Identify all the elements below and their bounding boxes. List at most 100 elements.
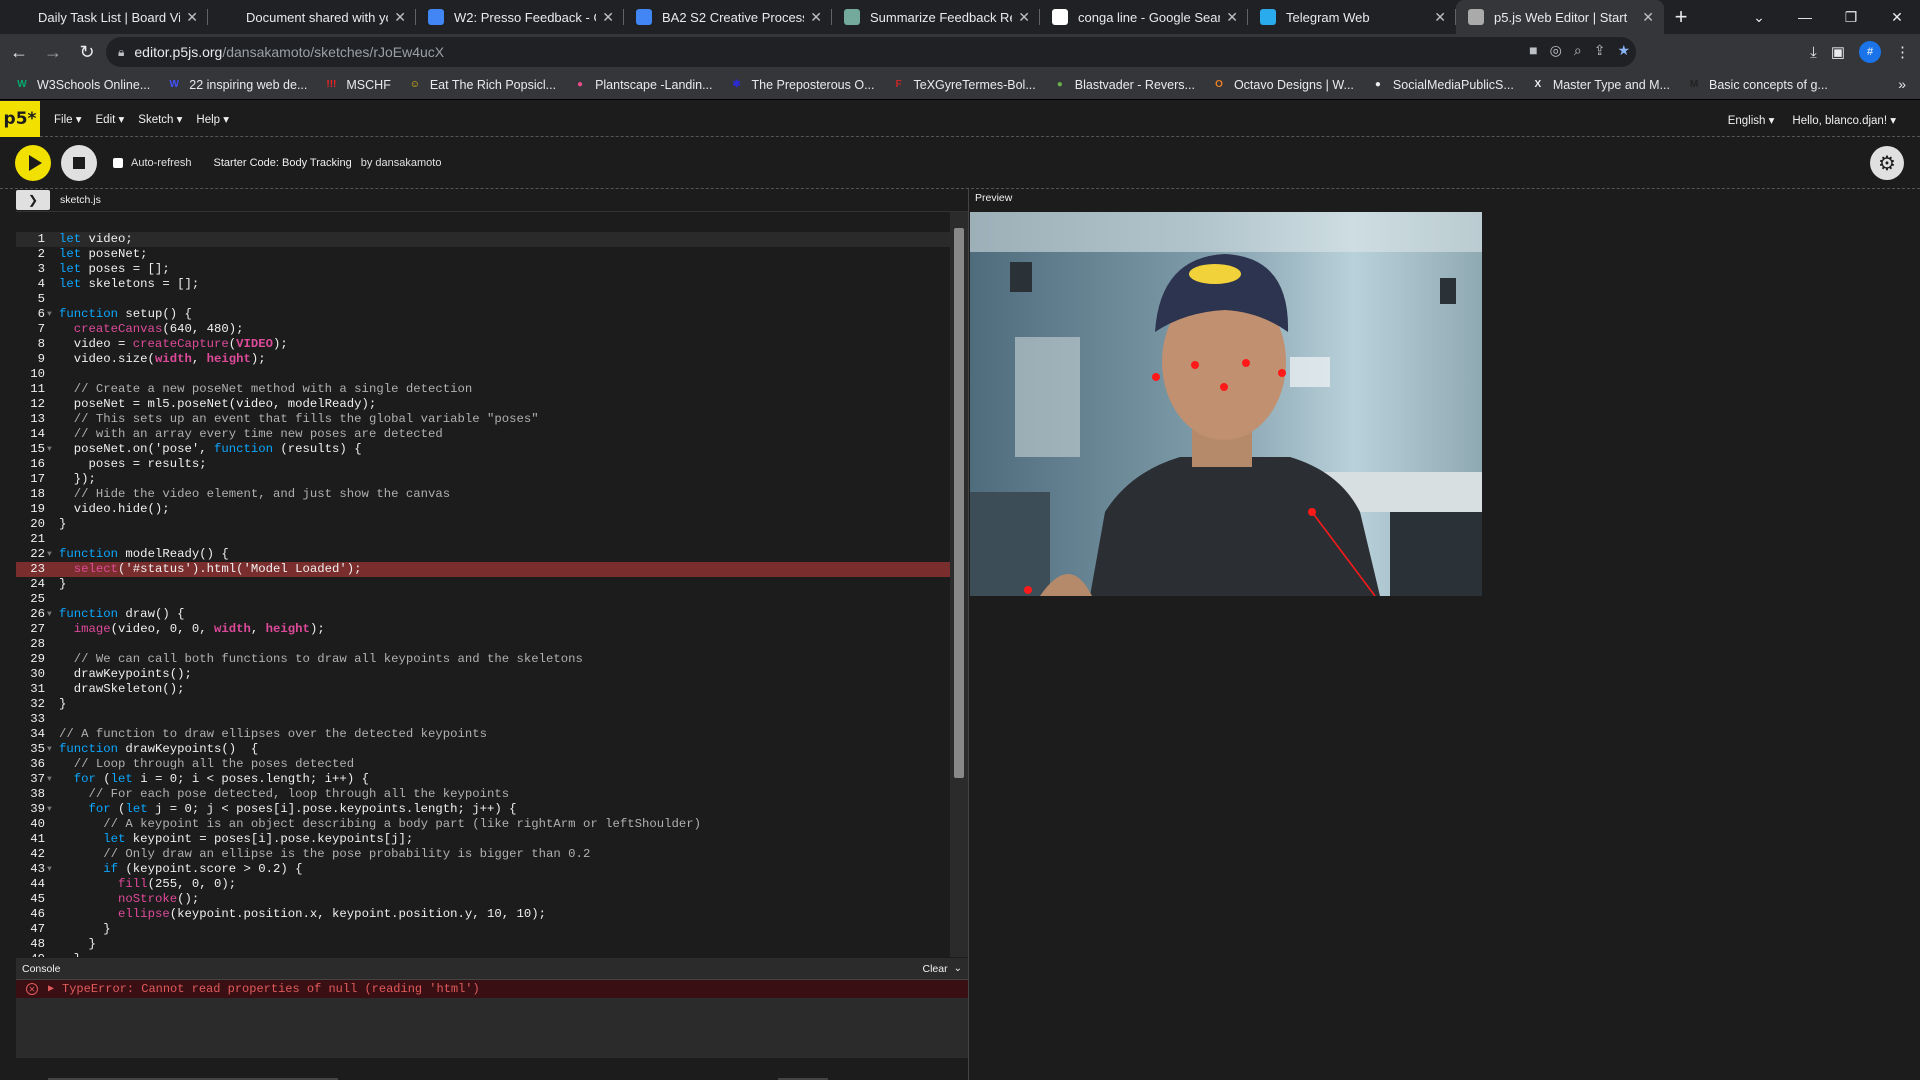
tab-close-icon[interactable]: ✕ bbox=[1434, 9, 1446, 26]
reload-icon[interactable]: ↻ bbox=[72, 37, 102, 67]
code-line[interactable]: 35 ▼ function drawKeypoints() { bbox=[16, 742, 950, 757]
fold-arrow-icon[interactable]: ▼ bbox=[47, 742, 52, 757]
fold-arrow-icon[interactable]: ▼ bbox=[47, 307, 52, 322]
play-button[interactable] bbox=[15, 144, 51, 181]
code-line[interactable]: 2 let poseNet; bbox=[16, 247, 950, 262]
code-line[interactable]: 45 noStroke(); bbox=[16, 892, 950, 907]
code-line[interactable]: 26 ▼ function draw() { bbox=[16, 607, 950, 622]
code-line[interactable]: 46 ellipse(keypoint.position.x, keypoint… bbox=[16, 907, 950, 922]
code-line[interactable]: 11 // Create a new poseNet method with a… bbox=[16, 382, 950, 397]
code-line[interactable]: 39 ▼ for (let j = 0; j < poses[i].pose.ke… bbox=[16, 802, 950, 817]
checkbox-box[interactable] bbox=[113, 157, 123, 168]
tab-search-icon[interactable]: ⌄ bbox=[1736, 0, 1782, 34]
code-line[interactable]: 4 let skeletons = []; bbox=[16, 277, 950, 292]
browser-tab[interactable]: p5.js Web Editor | Start ✕ bbox=[1456, 0, 1664, 34]
profile-avatar[interactable]: # bbox=[1859, 41, 1881, 63]
file-name[interactable]: sketch.js bbox=[60, 194, 101, 206]
code-line[interactable]: 42 // Only draw an ellipse is the pose p… bbox=[16, 847, 950, 862]
code-line[interactable]: 43 ▼ if (keypoint.score > 0.2) { bbox=[16, 862, 950, 877]
fold-arrow-icon[interactable]: ▼ bbox=[47, 607, 52, 622]
forward-icon[interactable]: → bbox=[38, 37, 68, 67]
menu-sketch[interactable]: Sketch ▾ bbox=[138, 112, 182, 126]
code-line[interactable]: 9 video.size(width, height); bbox=[16, 352, 950, 367]
code-line[interactable]: 32} bbox=[16, 697, 950, 712]
code-line[interactable]: 18 // Hide the video element, and just s… bbox=[16, 487, 950, 502]
tab-close-icon[interactable]: ✕ bbox=[1226, 9, 1238, 26]
tab-close-icon[interactable]: ✕ bbox=[810, 9, 822, 26]
code-line[interactable]: 38 // For each pose detected, loop throu… bbox=[16, 787, 950, 802]
code-editor[interactable]: 1 let video; 2 let poseNet; 3 let poses = [];… bbox=[16, 211, 968, 957]
tab-close-icon[interactable]: ✕ bbox=[394, 9, 406, 26]
chrome-menu-icon[interactable]: ⋮ bbox=[1895, 43, 1910, 61]
bookmark-item[interactable]: X Master Type and M... bbox=[1530, 77, 1670, 93]
bookmark-item[interactable]: !!! MSCHF bbox=[323, 77, 390, 93]
bookmark-item[interactable]: W 22 inspiring web de... bbox=[166, 77, 308, 93]
code-line[interactable]: 20} bbox=[16, 517, 950, 532]
side-panel-icon[interactable]: ▣ bbox=[1831, 43, 1845, 61]
code-line[interactable]: 30 drawKeypoints(); bbox=[16, 667, 950, 682]
download-icon[interactable]: ⤓ bbox=[1810, 44, 1817, 61]
code-line[interactable]: 7 createCanvas(640, 480); bbox=[16, 322, 950, 337]
code-line[interactable]: 49 } bbox=[16, 952, 950, 957]
console-error-row[interactable]: ✕ ▶ TypeError: Cannot read properties of… bbox=[16, 980, 968, 998]
browser-tab[interactable]: Daily Task List | Board View ✕ bbox=[0, 0, 208, 34]
code-line[interactable]: 10 bbox=[16, 367, 950, 382]
sketch-name[interactable]: Starter Code: Body Tracking bbox=[214, 157, 352, 169]
code-line[interactable]: 47 } bbox=[16, 922, 950, 937]
tab-close-icon[interactable]: ✕ bbox=[1018, 9, 1030, 26]
settings-gear-icon[interactable]: ⚙ bbox=[1870, 146, 1904, 180]
code-line[interactable]: 41 let keypoint = poses[i].pose.keypoint… bbox=[16, 832, 950, 847]
browser-tab[interactable]: W2: Presso Feedback - Go ✕ bbox=[416, 0, 624, 34]
sketch-owner[interactable]: by dansakamoto bbox=[361, 157, 442, 169]
stop-button[interactable] bbox=[61, 144, 97, 181]
code-line[interactable]: 14 // with an array every time new poses… bbox=[16, 427, 950, 442]
code-lines[interactable]: 1 let video; 2 let poseNet; 3 let poses = [];… bbox=[16, 232, 950, 957]
autorefresh-checkbox[interactable]: Auto-refresh bbox=[113, 157, 192, 169]
bookmark-item[interactable]: ● SocialMediaPublicS... bbox=[1370, 77, 1514, 93]
tab-close-icon[interactable]: ✕ bbox=[1642, 9, 1654, 26]
sidebar-toggle-chevron-icon[interactable]: ❯ bbox=[16, 190, 50, 210]
code-line[interactable]: 40 // A keypoint is an object describing… bbox=[16, 817, 950, 832]
code-line[interactable]: 22 ▼ function modelReady() { bbox=[16, 547, 950, 562]
code-line[interactable]: 33 bbox=[16, 712, 950, 727]
code-line[interactable]: 5 bbox=[16, 292, 950, 307]
fold-arrow-icon[interactable]: ▼ bbox=[47, 442, 52, 457]
url-input[interactable]: 🔒︎ editor.p5js.org/dansakamoto/sketches/… bbox=[106, 37, 1636, 67]
code-line[interactable]: 37 ▼ for (let i = 0; i < poses.length; i+… bbox=[16, 772, 950, 787]
scrollbar-thumb[interactable] bbox=[954, 228, 964, 778]
zoom-icon[interactable]: ⌕ bbox=[1574, 42, 1582, 59]
bookmark-item[interactable]: ☺ Eat The Rich Popsicl... bbox=[407, 77, 556, 93]
code-line[interactable]: 25 bbox=[16, 592, 950, 607]
code-line[interactable]: 44 fill(255, 0, 0); bbox=[16, 877, 950, 892]
code-line[interactable]: 36 // Loop through all the poses detecte… bbox=[16, 757, 950, 772]
code-line[interactable]: 28 bbox=[16, 637, 950, 652]
browser-tab[interactable]: BA2 S2 Creative Process Jo ✕ bbox=[624, 0, 832, 34]
code-line[interactable]: 21 bbox=[16, 532, 950, 547]
tab-close-icon[interactable]: ✕ bbox=[186, 9, 198, 26]
code-line[interactable]: 48 } bbox=[16, 937, 950, 952]
browser-tab[interactable]: Summarize Feedback Rece ✕ bbox=[832, 0, 1040, 34]
menu-help[interactable]: Help ▾ bbox=[196, 112, 229, 126]
restore-icon[interactable]: ❐ bbox=[1828, 0, 1874, 34]
camera-icon[interactable]: ■ bbox=[1529, 42, 1537, 59]
bookmark-item[interactable]: ● Plantscape -Landin... bbox=[572, 77, 712, 93]
browser-tab[interactable]: Document shared with you ✕ bbox=[208, 0, 416, 34]
code-line[interactable]: 29 // We can call both functions to draw… bbox=[16, 652, 950, 667]
sketch-preview-canvas[interactable] bbox=[970, 212, 1482, 596]
code-line[interactable]: 31 drawSkeleton(); bbox=[16, 682, 950, 697]
code-line[interactable]: 1 let video; bbox=[16, 232, 950, 247]
bookmark-item[interactable]: O Octavo Designs | W... bbox=[1211, 77, 1354, 93]
fold-arrow-icon[interactable]: ▼ bbox=[47, 547, 52, 562]
code-line[interactable]: 12 poseNet = ml5.poseNet(video, modelRea… bbox=[16, 397, 950, 412]
menu-file[interactable]: File ▾ bbox=[54, 112, 82, 126]
user-menu[interactable]: Hello, blanco.djan! ▾ bbox=[1792, 113, 1896, 127]
code-line[interactable]: 23 select('#status').html('Model Loaded'… bbox=[16, 562, 950, 577]
bookmark-item[interactable]: ✱ The Preposterous O... bbox=[729, 77, 874, 93]
close-window-icon[interactable]: ✕ bbox=[1874, 0, 1920, 34]
fold-arrow-icon[interactable]: ▼ bbox=[47, 862, 52, 877]
fold-arrow-icon[interactable]: ▼ bbox=[47, 772, 52, 787]
lock-icon[interactable]: 🔒︎ bbox=[118, 45, 124, 60]
google-lens-icon[interactable]: ◎ bbox=[1550, 42, 1562, 59]
code-line[interactable]: 34 // A function to draw ellipses over th… bbox=[16, 727, 950, 742]
bookmark-item[interactable]: W W3Schools Online... bbox=[14, 77, 150, 93]
